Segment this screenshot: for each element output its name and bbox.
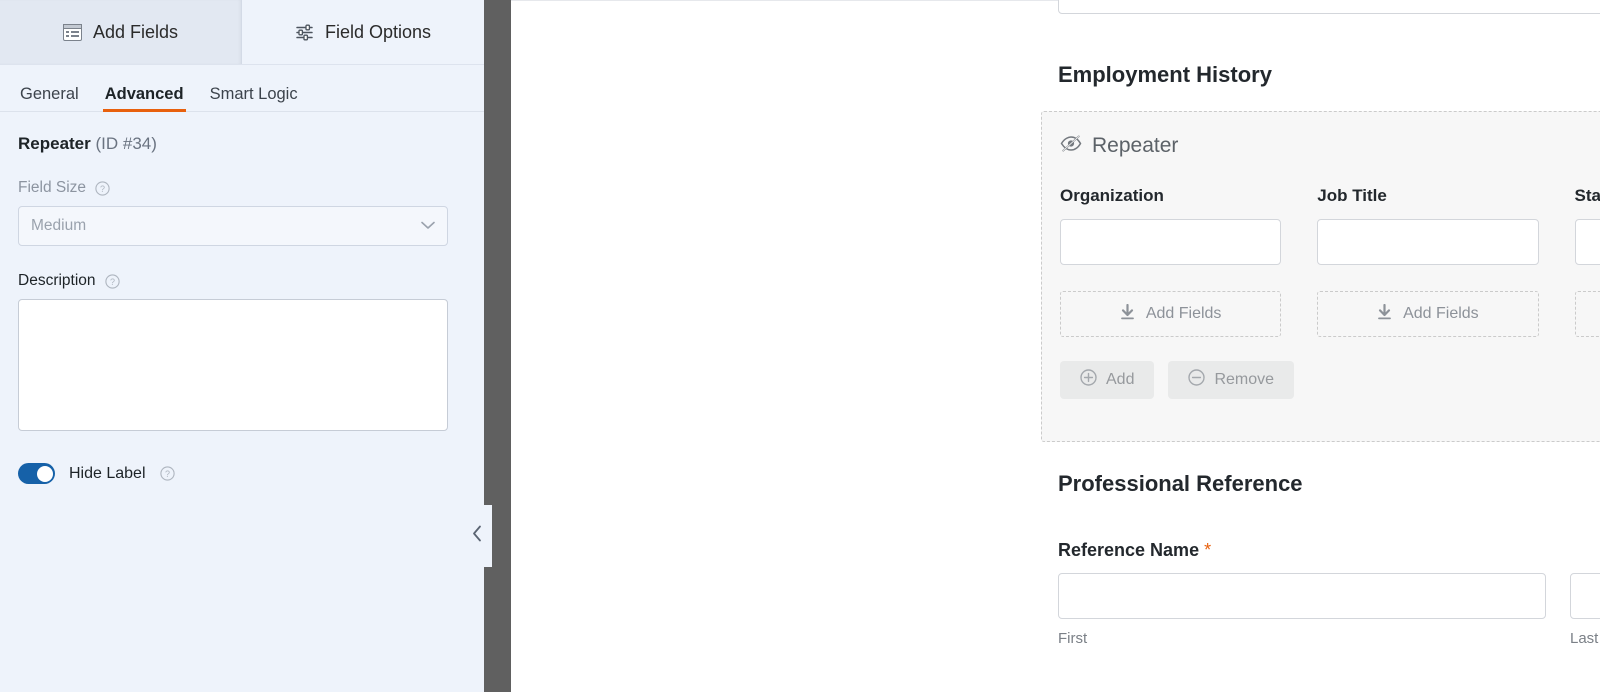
- hide-label-toggle[interactable]: [18, 463, 55, 485]
- previous-field-input[interactable]: [1058, 0, 1600, 14]
- subtab-smart-logic[interactable]: Smart Logic: [209, 84, 298, 112]
- add-fields-dropzone-start-date[interactable]: Add Fields: [1574, 291, 1600, 337]
- required-asterisk: *: [1204, 540, 1212, 560]
- reference-first-name-col: First: [1058, 573, 1546, 647]
- field-options-subtabs: General Advanced Smart Logic: [0, 65, 484, 112]
- repeater-column-start-date: Start Date Add Fields: [1574, 186, 1600, 337]
- eye-slash-icon: [1060, 134, 1082, 158]
- chevron-down-icon: [421, 217, 435, 235]
- selected-field-name: Repeater: [18, 134, 91, 153]
- remove-row-button[interactable]: Remove: [1168, 361, 1295, 399]
- help-circle-icon[interactable]: ?: [159, 466, 175, 482]
- description-textarea[interactable]: [18, 299, 448, 432]
- toggle-knob: [36, 465, 53, 482]
- panel-divider: [462, 0, 511, 692]
- selected-field-id: (ID #34): [95, 134, 157, 153]
- add-fields-dropzone-job-title[interactable]: Add Fields: [1317, 291, 1539, 337]
- repeater-columns: Organization Add Fields Job Title Add Fi…: [1042, 158, 1600, 337]
- field-options-body: Repeater (ID #34) Field Size ? Medium De…: [0, 112, 484, 485]
- svg-text:?: ?: [164, 469, 169, 479]
- field-size-label-row: Field Size ?: [18, 179, 466, 197]
- add-fields-dropzone-organization[interactable]: Add Fields: [1060, 291, 1282, 337]
- start-date-input[interactable]: [1574, 219, 1600, 265]
- subtab-advanced[interactable]: Advanced: [102, 84, 186, 112]
- svg-text:?: ?: [110, 277, 115, 287]
- plus-circle-icon: [1080, 369, 1097, 391]
- hide-label-text: Hide Label: [69, 464, 146, 482]
- download-arrow-icon: [1377, 303, 1392, 325]
- svg-text:?: ?: [100, 184, 105, 194]
- sliders-icon: [295, 24, 314, 41]
- selected-field-title: Repeater (ID #34): [18, 134, 466, 154]
- repeater-row-buttons: Add Remove: [1042, 337, 1600, 399]
- description-label-row: Description ?: [18, 272, 466, 290]
- column-label: Job Title: [1317, 186, 1387, 205]
- add-row-button[interactable]: Add: [1060, 361, 1155, 399]
- field-options-panel: Add Fields Field Options General Advance…: [0, 0, 484, 692]
- subtab-smart-logic-label: Smart Logic: [209, 84, 298, 103]
- field-size-label: Field Size: [18, 179, 87, 197]
- repeater-title-row: Repeater: [1060, 134, 1178, 158]
- section-heading-employment-history: Employment History: [1058, 62, 1272, 87]
- dropzone-label: Add Fields: [1403, 305, 1479, 322]
- tab-field-options[interactable]: Field Options: [242, 0, 484, 64]
- tab-add-fields-label: Add Fields: [92, 21, 179, 42]
- chevron-left-icon: [472, 525, 483, 547]
- help-circle-icon[interactable]: ?: [95, 181, 110, 196]
- field-size-value: Medium: [31, 217, 87, 235]
- reference-name-label-text: Reference Name: [1058, 540, 1200, 560]
- reference-first-name-input[interactable]: [1058, 573, 1546, 619]
- reference-first-name-sublabel: First: [1058, 630, 1088, 647]
- reference-last-name-sublabel: Last: [1570, 630, 1599, 647]
- panel-tab-bar: Add Fields Field Options: [0, 0, 484, 65]
- column-label: Start Date: [1574, 186, 1600, 205]
- form-builder-screen: Add Fields Field Options General Advance…: [0, 0, 1600, 692]
- dropzone-label: Add Fields: [1145, 305, 1222, 322]
- subtab-general[interactable]: General: [20, 84, 79, 112]
- reference-name-label: Reference Name *: [1058, 540, 1600, 561]
- tab-add-fields[interactable]: Add Fields: [0, 0, 242, 64]
- repeater-column-job-title: Job Title Add Fields: [1317, 186, 1539, 337]
- column-label: Organization: [1060, 186, 1164, 205]
- repeater-field-block[interactable]: Repeater Organization Add Fields Job Tit…: [1041, 111, 1600, 442]
- field-size-select[interactable]: Medium: [18, 206, 448, 247]
- subtab-advanced-label: Advanced: [104, 84, 184, 103]
- reference-name-inputs: First Last: [1058, 573, 1600, 647]
- download-arrow-icon: [1120, 303, 1135, 325]
- subtab-general-label: General: [20, 84, 79, 103]
- repeater-header: Repeater: [1042, 112, 1600, 158]
- reference-last-name-col: Last: [1570, 573, 1600, 647]
- minus-circle-icon: [1188, 369, 1206, 391]
- form-preview: Employment History Repeater Organization…: [511, 0, 1600, 692]
- remove-row-label: Remove: [1214, 371, 1275, 388]
- add-row-label: Add: [1106, 371, 1135, 388]
- collapse-panel-button[interactable]: [462, 505, 492, 567]
- hide-label-row: Hide Label ?: [18, 463, 466, 485]
- reference-name-field: Reference Name * First Last: [1058, 540, 1600, 647]
- repeater-column-organization: Organization Add Fields: [1060, 186, 1282, 337]
- tab-field-options-label: Field Options: [324, 21, 432, 42]
- section-heading-professional-reference: Professional Reference: [1058, 471, 1303, 496]
- list-fields-icon: [62, 23, 82, 41]
- description-label: Description: [18, 272, 96, 290]
- repeater-title-label: Repeater: [1092, 134, 1179, 157]
- job-title-input[interactable]: [1317, 219, 1539, 265]
- organization-input[interactable]: [1060, 219, 1282, 265]
- help-circle-icon[interactable]: ?: [104, 274, 120, 289]
- reference-last-name-input[interactable]: [1570, 573, 1600, 619]
